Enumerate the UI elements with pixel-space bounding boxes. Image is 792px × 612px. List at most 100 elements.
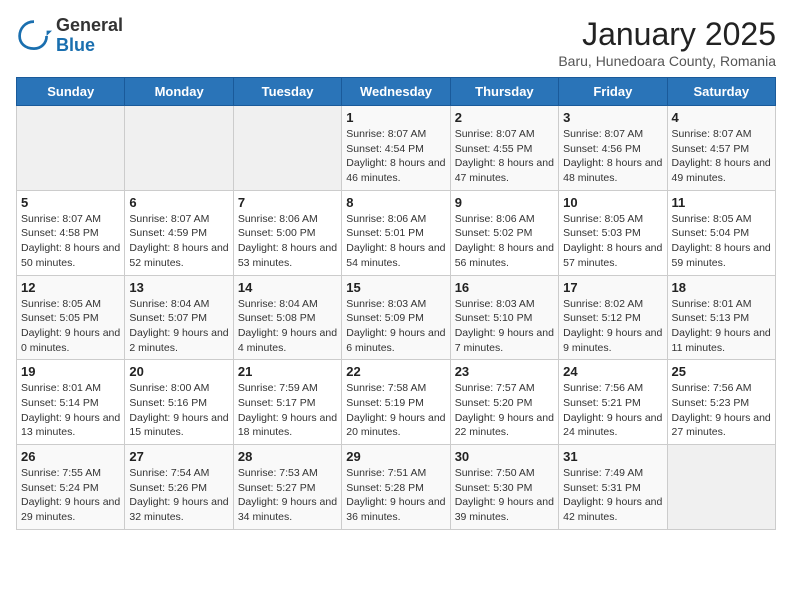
day-number: 19 xyxy=(21,364,120,379)
day-number: 27 xyxy=(129,449,228,464)
day-info: Sunrise: 7:59 AM Sunset: 5:17 PM Dayligh… xyxy=(238,381,337,440)
day-number: 4 xyxy=(672,110,771,125)
weekday-header-cell: Saturday xyxy=(667,78,775,106)
day-info: Sunrise: 8:01 AM Sunset: 5:14 PM Dayligh… xyxy=(21,381,120,440)
day-number: 7 xyxy=(238,195,337,210)
day-info: Sunrise: 7:57 AM Sunset: 5:20 PM Dayligh… xyxy=(455,381,554,440)
calendar-day-cell: 15Sunrise: 8:03 AM Sunset: 5:09 PM Dayli… xyxy=(342,275,450,360)
weekday-header-cell: Monday xyxy=(125,78,233,106)
day-number: 12 xyxy=(21,280,120,295)
calendar-day-cell: 21 Sunrise: 7:59 AM Sunset: 5:17 PM Dayli… xyxy=(233,360,341,445)
day-number: 21 xyxy=(238,364,337,379)
day-info: Sunrise: 8:05 AM Sunset: 5:04 PM Dayligh… xyxy=(672,212,771,271)
calendar-day-cell: 25Sunrise: 7:56 AM Sunset: 5:23 PM Dayli… xyxy=(667,360,775,445)
header: General Blue January 2025 Baru, Hunedoar… xyxy=(16,16,776,69)
day-info: Sunrise: 8:05 AM Sunset: 5:03 PM Dayligh… xyxy=(563,212,662,271)
day-info: Sunrise: 8:02 AM Sunset: 5:12 PM Dayligh… xyxy=(563,297,662,356)
day-number: 20 xyxy=(129,364,228,379)
day-number: 14 xyxy=(238,280,337,295)
day-info: Sunrise: 8:04 AM Sunset: 5:07 PM Dayligh… xyxy=(129,297,228,356)
day-number: 17 xyxy=(563,280,662,295)
calendar-day-cell: 28Sunrise: 7:53 AM Sunset: 5:27 PM Dayli… xyxy=(233,445,341,530)
calendar-day-cell: 1 Sunrise: 8:07 AM Sunset: 4:54 PM Daylig… xyxy=(342,106,450,191)
day-number: 30 xyxy=(455,449,554,464)
logo: General Blue xyxy=(16,16,123,56)
weekday-header-cell: Thursday xyxy=(450,78,558,106)
day-info: Sunrise: 8:06 AM Sunset: 5:01 PM Dayligh… xyxy=(346,212,445,271)
calendar-table: SundayMondayTuesdayWednesdayThursdayFrid… xyxy=(16,77,776,530)
day-info: Sunrise: 7:56 AM Sunset: 5:21 PM Dayligh… xyxy=(563,381,662,440)
calendar-day-cell: 13Sunrise: 8:04 AM Sunset: 5:07 PM Dayli… xyxy=(125,275,233,360)
calendar-day-cell: 14Sunrise: 8:04 AM Sunset: 5:08 PM Dayli… xyxy=(233,275,341,360)
day-info: Sunrise: 8:07 AM Sunset: 4:59 PM Dayligh… xyxy=(129,212,228,271)
day-number: 23 xyxy=(455,364,554,379)
weekday-header-cell: Friday xyxy=(559,78,667,106)
calendar-day-cell: 5Sunrise: 8:07 AM Sunset: 4:58 PM Daylig… xyxy=(17,190,125,275)
calendar-day-cell: 27 Sunrise: 7:54 AM Sunset: 5:26 PM Dayli… xyxy=(125,445,233,530)
day-info: Sunrise: 7:51 AM Sunset: 5:28 PM Dayligh… xyxy=(346,466,445,525)
weekday-header-cell: Tuesday xyxy=(233,78,341,106)
calendar-title: January 2025 xyxy=(558,16,776,53)
day-info: Sunrise: 7:56 AM Sunset: 5:23 PM Dayligh… xyxy=(672,381,771,440)
calendar-day-cell: 24 Sunrise: 7:56 AM Sunset: 5:21 PM Dayli… xyxy=(559,360,667,445)
calendar-week-row: 19 Sunrise: 8:01 AM Sunset: 5:14 PM Dayli… xyxy=(17,360,776,445)
calendar-day-cell: 12 Sunrise: 8:05 AM Sunset: 5:05 PM Dayli… xyxy=(17,275,125,360)
weekday-header-cell: Sunday xyxy=(17,78,125,106)
day-info: Sunrise: 8:01 AM Sunset: 5:13 PM Dayligh… xyxy=(672,297,771,356)
day-number: 24 xyxy=(563,364,662,379)
calendar-day-cell xyxy=(125,106,233,191)
calendar-day-cell: 26 Sunrise: 7:55 AM Sunset: 5:24 PM Dayli… xyxy=(17,445,125,530)
calendar-day-cell: 18 Sunrise: 8:01 AM Sunset: 5:13 PM Dayli… xyxy=(667,275,775,360)
calendar-day-cell: 16Sunrise: 8:03 AM Sunset: 5:10 PM Dayli… xyxy=(450,275,558,360)
day-number: 31 xyxy=(563,449,662,464)
calendar-day-cell: 4Sunrise: 8:07 AM Sunset: 4:57 PM Daylig… xyxy=(667,106,775,191)
day-info: Sunrise: 7:54 AM Sunset: 5:26 PM Dayligh… xyxy=(129,466,228,525)
day-info: Sunrise: 8:07 AM Sunset: 4:54 PM Dayligh… xyxy=(346,127,445,186)
calendar-day-cell: 7Sunrise: 8:06 AM Sunset: 5:00 PM Daylig… xyxy=(233,190,341,275)
day-number: 2 xyxy=(455,110,554,125)
day-info: Sunrise: 8:07 AM Sunset: 4:55 PM Dayligh… xyxy=(455,127,554,186)
logo-text: General Blue xyxy=(56,16,123,56)
day-info: Sunrise: 7:50 AM Sunset: 5:30 PM Dayligh… xyxy=(455,466,554,525)
calendar-week-row: 1 Sunrise: 8:07 AM Sunset: 4:54 PM Daylig… xyxy=(17,106,776,191)
weekday-header-cell: Wednesday xyxy=(342,78,450,106)
day-number: 3 xyxy=(563,110,662,125)
day-info: Sunrise: 8:06 AM Sunset: 5:02 PM Dayligh… xyxy=(455,212,554,271)
day-number: 18 xyxy=(672,280,771,295)
day-number: 11 xyxy=(672,195,771,210)
calendar-day-cell xyxy=(667,445,775,530)
calendar-day-cell xyxy=(233,106,341,191)
day-number: 28 xyxy=(238,449,337,464)
calendar-day-cell: 20 Sunrise: 8:00 AM Sunset: 5:16 PM Dayli… xyxy=(125,360,233,445)
day-info: Sunrise: 8:05 AM Sunset: 5:05 PM Dayligh… xyxy=(21,297,120,356)
day-number: 26 xyxy=(21,449,120,464)
title-area: January 2025 Baru, Hunedoara County, Rom… xyxy=(558,16,776,69)
calendar-week-row: 26 Sunrise: 7:55 AM Sunset: 5:24 PM Dayli… xyxy=(17,445,776,530)
calendar-day-cell: 30 Sunrise: 7:50 AM Sunset: 5:30 PM Dayli… xyxy=(450,445,558,530)
day-number: 6 xyxy=(129,195,228,210)
calendar-day-cell: 8 Sunrise: 8:06 AM Sunset: 5:01 PM Daylig… xyxy=(342,190,450,275)
calendar-day-cell: 11 Sunrise: 8:05 AM Sunset: 5:04 PM Dayli… xyxy=(667,190,775,275)
day-number: 15 xyxy=(346,280,445,295)
calendar-day-cell: 31 Sunrise: 7:49 AM Sunset: 5:31 PM Dayli… xyxy=(559,445,667,530)
day-info: Sunrise: 8:07 AM Sunset: 4:58 PM Dayligh… xyxy=(21,212,120,271)
day-info: Sunrise: 8:00 AM Sunset: 5:16 PM Dayligh… xyxy=(129,381,228,440)
calendar-day-cell: 9Sunrise: 8:06 AM Sunset: 5:02 PM Daylig… xyxy=(450,190,558,275)
calendar-week-row: 5Sunrise: 8:07 AM Sunset: 4:58 PM Daylig… xyxy=(17,190,776,275)
calendar-day-cell: 6 Sunrise: 8:07 AM Sunset: 4:59 PM Daylig… xyxy=(125,190,233,275)
day-number: 1 xyxy=(346,110,445,125)
logo-icon xyxy=(16,18,52,54)
calendar-week-row: 12 Sunrise: 8:05 AM Sunset: 5:05 PM Dayli… xyxy=(17,275,776,360)
calendar-day-cell xyxy=(17,106,125,191)
day-info: Sunrise: 7:55 AM Sunset: 5:24 PM Dayligh… xyxy=(21,466,120,525)
day-number: 8 xyxy=(346,195,445,210)
day-info: Sunrise: 7:49 AM Sunset: 5:31 PM Dayligh… xyxy=(563,466,662,525)
calendar-day-cell: 2 Sunrise: 8:07 AM Sunset: 4:55 PM Daylig… xyxy=(450,106,558,191)
day-number: 29 xyxy=(346,449,445,464)
calendar-day-cell: 3Sunrise: 8:07 AM Sunset: 4:56 PM Daylig… xyxy=(559,106,667,191)
calendar-day-cell: 23 Sunrise: 7:57 AM Sunset: 5:20 PM Dayli… xyxy=(450,360,558,445)
calendar-day-cell: 17 Sunrise: 8:02 AM Sunset: 5:12 PM Dayli… xyxy=(559,275,667,360)
day-number: 16 xyxy=(455,280,554,295)
day-number: 10 xyxy=(563,195,662,210)
calendar-day-cell: 29 Sunrise: 7:51 AM Sunset: 5:28 PM Dayli… xyxy=(342,445,450,530)
